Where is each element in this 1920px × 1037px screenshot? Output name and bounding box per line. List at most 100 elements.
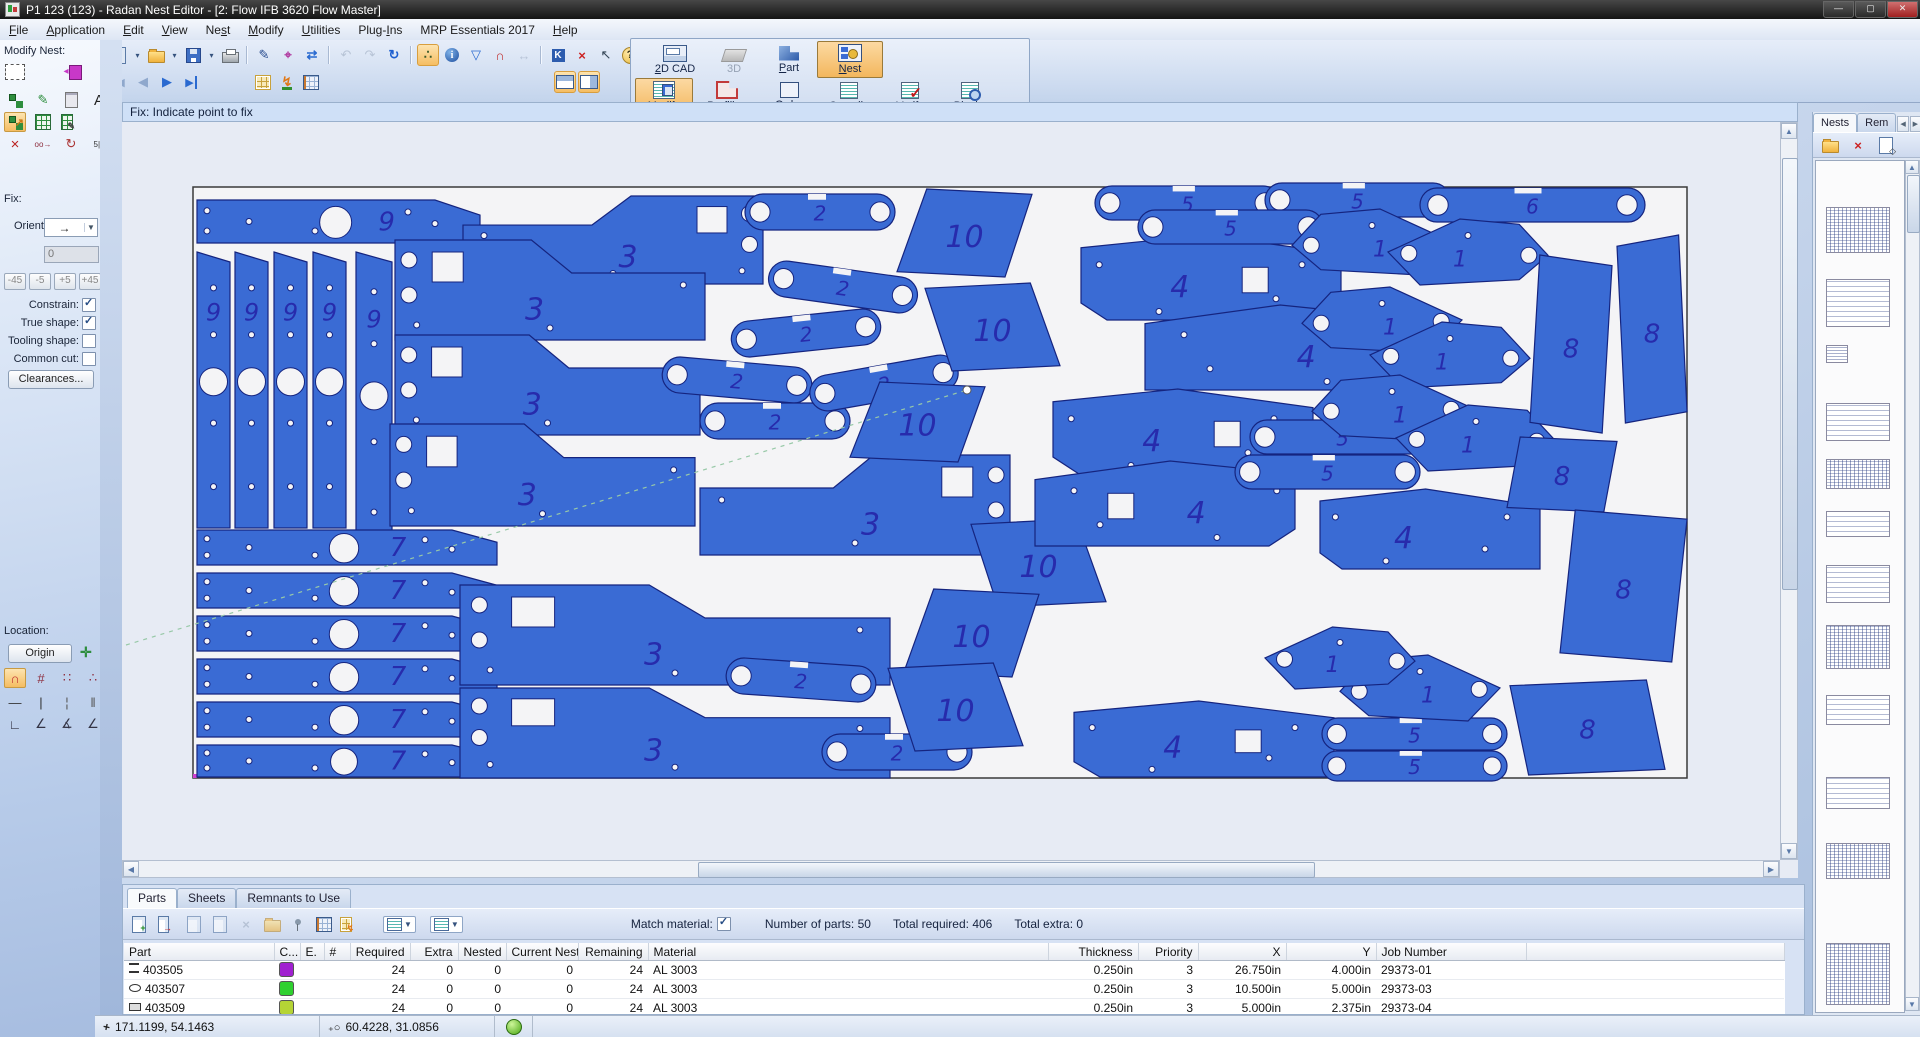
nest-part-5[interactable]: 5 xyxy=(1235,455,1420,489)
menu-item-mrp-essentials-2017[interactable]: MRP Essentials 2017 xyxy=(411,21,544,39)
marquee-select-icon[interactable] xyxy=(4,62,26,82)
nest-part-8[interactable]: 8 xyxy=(1507,437,1617,512)
column-header-remaining[interactable]: Remaining xyxy=(578,943,648,961)
vscroll-thumb[interactable] xyxy=(1782,158,1798,590)
nest-thumbnail-11[interactable] xyxy=(1826,843,1890,879)
nest-thumbnail-8[interactable] xyxy=(1826,625,1890,669)
angle-plus45-button[interactable]: +45 xyxy=(79,273,101,290)
filter-icon[interactable]: ▽ xyxy=(465,44,487,66)
scroll-down-icon[interactable]: ▼ xyxy=(1781,843,1797,859)
common-cut-checkbox[interactable] xyxy=(82,352,96,366)
redo-icon[interactable]: ↷ xyxy=(359,44,381,66)
fill-area-icon[interactable]: ✎ xyxy=(60,112,82,132)
nest-thumbnail-1[interactable] xyxy=(1826,207,1890,253)
menu-item-plug-ins[interactable]: Plug-Ins xyxy=(349,21,411,39)
export-nest-icon[interactable] xyxy=(1875,134,1897,156)
menu-item-edit[interactable]: Edit xyxy=(114,21,153,39)
import-part-icon[interactable]: → xyxy=(157,913,179,935)
nests-panel-scrollbar[interactable]: ▲ ▼ xyxy=(1905,160,1920,1011)
angle-direction-icon[interactable]: ∡ xyxy=(56,714,78,734)
column-header-thickness[interactable]: Thickness xyxy=(1048,943,1138,961)
drag-part-icon[interactable] xyxy=(4,112,26,132)
auto-nest-icon[interactable]: ↯ xyxy=(276,71,298,93)
nest-part-9[interactable]: 9 xyxy=(235,252,268,528)
parts-tab-remnants-to-use[interactable]: Remnants to Use xyxy=(236,888,351,908)
paste-part-icon[interactable] xyxy=(60,90,82,110)
refresh-icon[interactable]: ↻ xyxy=(383,44,405,66)
snap-mid-horizontal-icon[interactable]: ¦ xyxy=(56,692,78,712)
split-vertical-icon[interactable] xyxy=(578,71,600,93)
column-header-nested[interactable]: Nested xyxy=(458,943,506,961)
nest-thumbnail-list[interactable] xyxy=(1815,160,1905,1013)
column-header-y[interactable]: Y xyxy=(1286,943,1376,961)
nest-part-8[interactable]: 8 xyxy=(1510,680,1665,775)
nest-thumbnail-6[interactable] xyxy=(1826,511,1890,537)
sheet-grid-icon[interactable] xyxy=(300,71,322,93)
column-header-num[interactable]: # xyxy=(324,943,350,961)
nest-part-5[interactable]: 5 xyxy=(1322,718,1507,750)
angle-minus5-button[interactable]: -5 xyxy=(29,273,51,290)
nest-part-9[interactable]: 9 xyxy=(197,200,480,243)
open-nest-icon[interactable] xyxy=(1819,134,1841,156)
nest-part-7[interactable]: 7 xyxy=(197,530,497,565)
column-header-e[interactable]: E. xyxy=(300,943,324,961)
column-header-part[interactable]: Part xyxy=(124,943,274,961)
delete-nest-icon[interactable]: × xyxy=(1847,134,1869,156)
array-copy-icon[interactable] xyxy=(32,112,54,132)
column-header-color[interactable]: C... xyxy=(274,943,300,961)
k-options-icon[interactable]: K xyxy=(547,44,569,66)
pin-list-icon[interactable] xyxy=(287,913,309,935)
split-horizontal-icon[interactable] xyxy=(554,71,576,93)
nest-thumbnail-12[interactable] xyxy=(1826,943,1890,1005)
column-header-extra[interactable]: Extra xyxy=(410,943,458,961)
nest-thumbnail-9[interactable] xyxy=(1826,695,1890,725)
match-material-checkbox[interactable] xyxy=(717,917,731,931)
angle-input[interactable]: 0 xyxy=(44,246,99,263)
nest-button[interactable]: Nest xyxy=(817,41,883,78)
magnet-icon[interactable]: ∩ xyxy=(489,44,511,66)
nest-part-4[interactable]: 4 xyxy=(1074,701,1334,777)
column-header-material[interactable]: Material xyxy=(648,943,1048,961)
nest-part-5[interactable]: 5 xyxy=(1322,751,1507,781)
table-view-icon[interactable] xyxy=(313,913,335,935)
column-header-current_nest[interactable]: Current Nest xyxy=(506,943,578,961)
menu-item-view[interactable]: View xyxy=(153,21,197,39)
nests-tab-nests[interactable]: Nests xyxy=(1813,113,1857,132)
exit-panel-icon[interactable] xyxy=(64,62,86,82)
new-file-dropdown-icon[interactable]: ▾ xyxy=(132,44,143,66)
nest-part-7[interactable]: 7 xyxy=(197,745,497,777)
open-file-dropdown-icon[interactable]: ▾ xyxy=(169,44,180,66)
nest-thumbnail-2[interactable] xyxy=(1826,279,1890,327)
nest-part-7[interactable]: 7 xyxy=(197,616,497,651)
constrain-checkbox[interactable] xyxy=(82,298,96,312)
jump-origin-icon[interactable]: ✛ xyxy=(80,644,92,661)
nest-thumbnail-7[interactable] xyxy=(1826,565,1890,603)
origin-button[interactable]: Origin xyxy=(8,644,72,663)
nests-tab-rem[interactable]: Rem xyxy=(1857,113,1896,132)
table-row[interactable]: 4035092400024AL 30030.250in35.000in2.375… xyxy=(124,999,1784,1016)
stretch-icon[interactable]: ↔ xyxy=(513,44,535,66)
delete-part-row-icon[interactable]: × xyxy=(235,913,257,935)
nests-scroll-down-icon[interactable]: ▼ xyxy=(1905,997,1919,1011)
nest-thumbnail-4[interactable] xyxy=(1826,403,1890,441)
nest-part-8[interactable]: 8 xyxy=(1617,235,1687,423)
column-header-required[interactable]: Required xyxy=(350,943,410,961)
scroll-right-icon[interactable]: ▶ xyxy=(1763,861,1779,877)
menu-item-nest[interactable]: Nest xyxy=(197,21,240,39)
print-icon[interactable] xyxy=(219,44,241,66)
save-file-icon[interactable] xyxy=(182,44,204,66)
nest-part-2[interactable]: 2 xyxy=(745,194,895,230)
tab-scroll-right-icon[interactable]: ▶ xyxy=(1910,116,1920,132)
copy-part-icon[interactable] xyxy=(209,913,231,935)
clearances-button[interactable]: Clearances... xyxy=(8,370,94,389)
column-header-priority[interactable]: Priority xyxy=(1138,943,1198,961)
delete-part-icon[interactable]: × xyxy=(4,134,26,154)
maximize-button[interactable]: ▢ xyxy=(1855,1,1886,18)
nest-part-5[interactable]: 5 xyxy=(1138,210,1323,244)
nest-part-8[interactable]: 8 xyxy=(1530,255,1612,433)
nest-drawing[interactable]: 9999997777773333333222222221010101010104… xyxy=(122,122,1780,860)
snap-vertical-icon[interactable]: | xyxy=(30,692,52,712)
menu-item-utilities[interactable]: Utilities xyxy=(293,21,350,39)
info-icon[interactable]: i xyxy=(441,44,463,66)
table-row[interactable]: 4035052400024AL 30030.250in326.750in4.00… xyxy=(124,961,1784,980)
